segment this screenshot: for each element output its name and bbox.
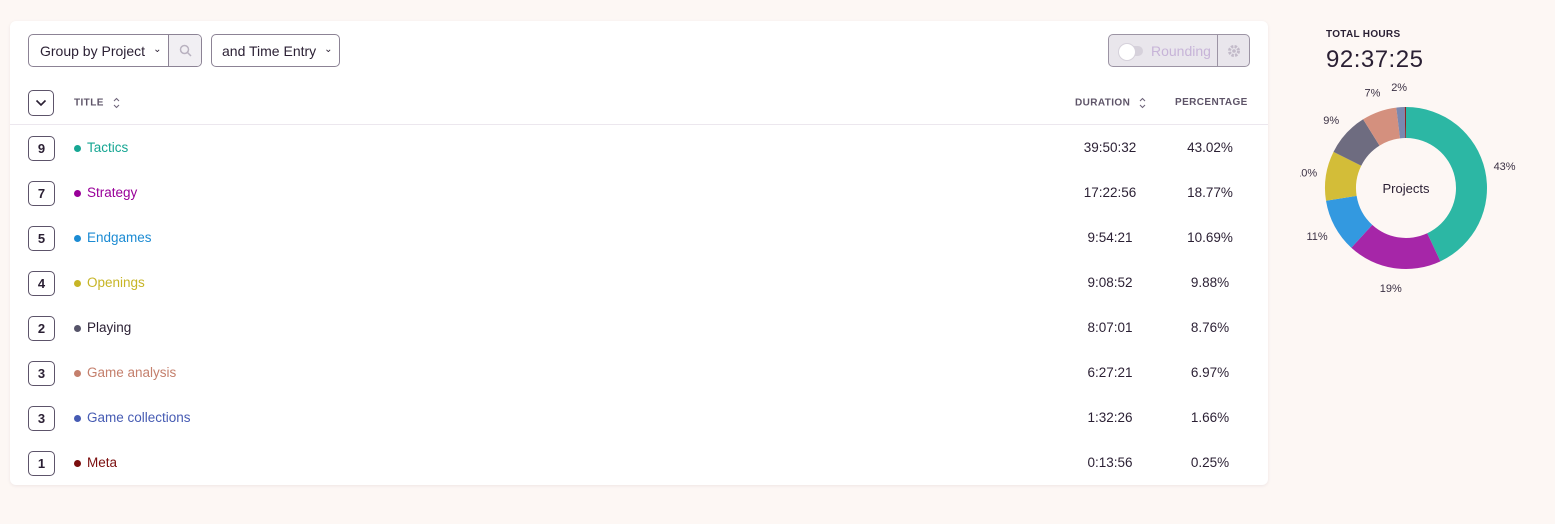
project-color-dot [74,370,81,377]
entry-count-badge[interactable]: 5 [28,226,55,251]
project-duration: 6:27:21 [1087,365,1133,380]
table-row[interactable]: 3 Game collections 1:32:26 1.66% [10,395,1268,440]
column-header-percentage: PERCENTAGE [1175,97,1248,108]
sort-icon [113,97,120,109]
project-title: Meta [87,455,118,470]
then-by-label: and Time Entry [222,42,317,59]
project-title: Game analysis [87,365,177,380]
projects-donut-chart: 43% 19% 11% 10% 9% 7% 2% Projects [1300,82,1516,295]
donut-data-label: 7% [1364,88,1380,100]
project-duration: 39:50:32 [1083,140,1137,155]
project-percentage: 6.97% [1190,365,1230,380]
duration-header-label: DURATION [1075,97,1131,109]
donut-center-label: Projects [1383,181,1430,196]
project-color-dot [74,235,81,242]
toggle-switch-icon[interactable] [1118,42,1143,61]
table-row[interactable]: 5 Endgames 9:54:21 10.69% [10,215,1268,260]
chevron-down-icon [35,99,47,107]
table-row[interactable]: 9 Tactics 39:50:32 43.02% [10,125,1268,170]
total-hours-label: TOTAL HOURS [1326,29,1401,40]
project-percentage: 43.02% [1187,140,1233,155]
project-duration: 0:13:56 [1087,455,1133,470]
entry-count-badge[interactable]: 4 [28,271,55,296]
summary-panel: TOTAL HOURS 92:37:25 43% 19% 11% 10% 9% 7% 2% … [1300,0,1555,524]
entry-count-badge[interactable]: 3 [28,406,55,431]
chevron-down-icon: ⌄ [153,44,162,55]
project-percentage: 1.66% [1190,410,1230,425]
entry-count-badge[interactable]: 9 [28,136,55,161]
then-by-dropdown[interactable]: and Time Entry ⌄ [211,34,340,67]
column-header-title[interactable]: TITLE [74,97,120,109]
table-row[interactable]: 1 Meta 0:13:56 0.25% [10,440,1268,485]
column-header-duration[interactable]: DURATION [1075,97,1146,109]
toolbar: Group by Project ⌄ and Time Entry ⌄ Roun… [28,34,1250,68]
project-duration: 1:32:26 [1087,410,1133,425]
project-title: Playing [87,320,132,335]
project-color-dot [74,415,81,422]
donut-data-label: 10% [1300,168,1317,180]
group-by-dropdown[interactable]: Group by Project ⌄ [28,34,202,67]
expand-all-button[interactable] [28,90,54,116]
entry-count-badge[interactable]: 1 [28,451,55,476]
project-percentage: 9.88% [1190,275,1230,290]
project-duration: 17:22:56 [1083,185,1137,200]
title-header-label: TITLE [74,97,104,109]
table-row[interactable]: 3 Game analysis 6:27:21 6.97% [10,350,1268,395]
entry-count-badge[interactable]: 2 [28,316,55,341]
project-color-dot [74,325,81,332]
project-title: Tactics [87,140,129,155]
table-row[interactable]: 2 Playing 8:07:01 8.76% [10,305,1268,350]
entry-count-badge[interactable]: 3 [28,361,55,386]
donut-data-label: 2% [1391,82,1407,94]
project-title: Game collections [87,410,191,425]
gear-icon[interactable] [1217,35,1249,66]
table-row[interactable]: 4 Openings 9:08:52 9.88% [10,260,1268,305]
project-percentage: 18.77% [1187,185,1233,200]
table-row[interactable]: 7 Strategy 17:22:56 18.77% [10,170,1268,215]
table-header: TITLE DURATION PERCENTAGE [10,89,1268,125]
project-color-dot [74,460,81,467]
project-color-dot [74,280,81,287]
project-color-dot [74,190,81,197]
total-hours-value: 92:37:25 [1326,46,1424,73]
project-title: Strategy [87,185,138,200]
report-card: Group by Project ⌄ and Time Entry ⌄ Roun… [10,21,1268,485]
donut-data-label: 19% [1380,283,1402,295]
donut-data-label: 11% [1306,231,1327,243]
group-by-label: Group by Project [40,42,146,59]
search-icon[interactable] [168,35,201,66]
entry-count-badge[interactable]: 7 [28,181,55,206]
project-duration: 9:08:52 [1087,275,1133,290]
project-percentage: 0.25% [1190,455,1230,470]
sort-icon [1140,97,1146,109]
project-duration: 9:54:21 [1087,230,1133,245]
donut-data-label: 43% [1494,161,1516,173]
project-color-dot [74,145,81,152]
project-duration: 8:07:01 [1087,320,1133,335]
project-title: Endgames [87,230,152,245]
chevron-down-icon: ⌄ [324,44,333,55]
donut-data-label: 9% [1323,115,1339,127]
rounding-label: Rounding [1151,42,1211,59]
project-title: Openings [87,275,145,290]
project-percentage: 10.69% [1187,230,1233,245]
project-percentage: 8.76% [1190,320,1230,335]
rounding-toggle[interactable]: Rounding [1108,34,1250,67]
percentage-header-label: PERCENTAGE [1175,97,1248,108]
